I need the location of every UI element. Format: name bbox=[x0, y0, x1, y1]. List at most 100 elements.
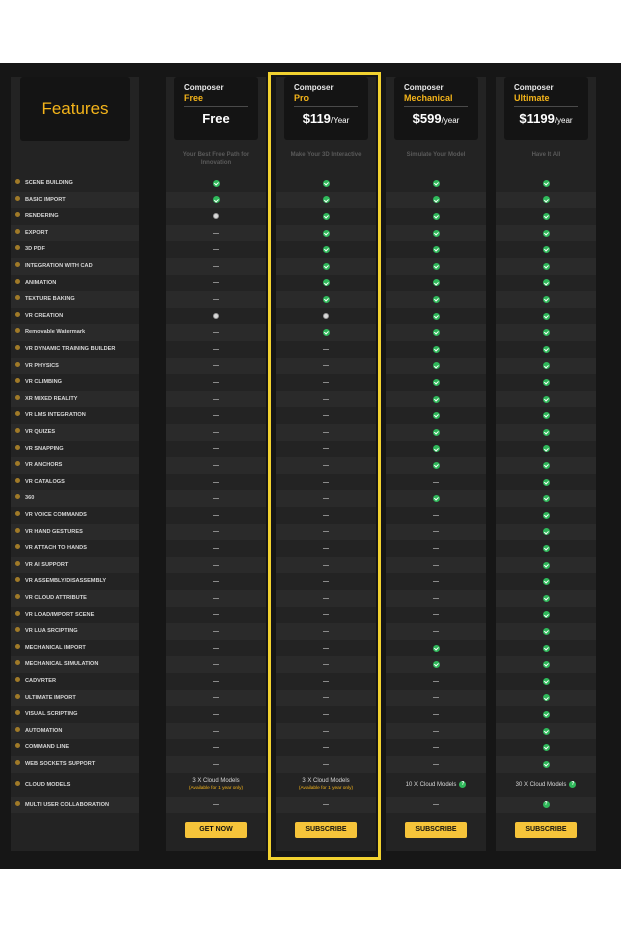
feature-availability bbox=[386, 391, 486, 408]
info-icon[interactable] bbox=[15, 278, 20, 284]
info-icon[interactable] bbox=[15, 760, 20, 766]
plan-column-ultimate: Composer Ultimate $1199/year Have It All SUB… bbox=[496, 77, 596, 851]
feature-row: BASIC IMPORT bbox=[11, 192, 139, 209]
info-icon[interactable] bbox=[15, 328, 20, 334]
feature-availability bbox=[166, 673, 266, 690]
dash-icon bbox=[213, 547, 219, 549]
feature-availability bbox=[276, 441, 376, 458]
info-icon[interactable] bbox=[15, 677, 20, 683]
info-icon[interactable] bbox=[15, 361, 20, 367]
feature-availability bbox=[166, 441, 266, 458]
dash-icon bbox=[323, 514, 329, 516]
feature-availability bbox=[386, 756, 486, 773]
info-icon[interactable] bbox=[15, 378, 20, 384]
info-icon[interactable] bbox=[15, 560, 20, 566]
feature-cell bbox=[496, 756, 596, 773]
info-icon[interactable] bbox=[15, 461, 20, 467]
check-icon bbox=[542, 710, 550, 718]
info-icon[interactable] bbox=[15, 800, 20, 806]
feature-name: TEXTURE BAKING bbox=[25, 296, 75, 303]
info-icon[interactable] bbox=[15, 179, 20, 185]
info-icon[interactable] bbox=[15, 394, 20, 400]
info-icon[interactable] bbox=[15, 428, 20, 434]
cloud-models-cell: 30 X Cloud Models? bbox=[496, 775, 596, 795]
feature-name: VR DYNAMIC TRAINING BUILDER bbox=[25, 346, 116, 352]
info-icon[interactable] bbox=[15, 494, 20, 500]
feature-cell bbox=[166, 291, 266, 308]
info-icon[interactable] bbox=[15, 511, 20, 517]
info-icon[interactable] bbox=[15, 726, 20, 732]
feature-availability bbox=[496, 341, 596, 358]
info-icon[interactable] bbox=[15, 627, 20, 633]
feature-label: TEXTURE BAKING bbox=[15, 291, 75, 308]
info-icon[interactable] bbox=[15, 411, 20, 417]
feature-availability bbox=[276, 623, 376, 640]
check-icon bbox=[542, 727, 550, 735]
cloud-models-value: 3 X Cloud Models (Available for 1 year on… bbox=[276, 775, 376, 795]
check-icon bbox=[432, 378, 440, 386]
info-icon[interactable] bbox=[15, 544, 20, 550]
check-icon bbox=[542, 196, 550, 204]
plan-name-top: Composer bbox=[294, 83, 334, 92]
feature-availability bbox=[276, 739, 376, 756]
info-icon[interactable] bbox=[15, 594, 20, 600]
info-icon[interactable] bbox=[15, 444, 20, 450]
info-icon[interactable] bbox=[15, 527, 20, 533]
info-icon[interactable] bbox=[15, 212, 20, 218]
feature-cell bbox=[496, 640, 596, 657]
feature-availability bbox=[166, 258, 266, 275]
plan-cta-button-pro[interactable]: SUBSCRIBE bbox=[295, 822, 357, 838]
info-icon[interactable] bbox=[15, 245, 20, 251]
info-icon[interactable] bbox=[15, 743, 20, 749]
feature-availability bbox=[166, 175, 266, 192]
info-icon[interactable] bbox=[15, 477, 20, 483]
feature-cell bbox=[276, 723, 376, 740]
feature-label: VR DYNAMIC TRAINING BUILDER bbox=[15, 341, 115, 358]
info-icon[interactable] bbox=[15, 610, 20, 616]
feature-cell bbox=[386, 524, 486, 541]
help-icon[interactable]: ? bbox=[459, 781, 467, 789]
feature-availability bbox=[386, 573, 486, 590]
info-icon[interactable] bbox=[15, 577, 20, 583]
info-icon[interactable] bbox=[15, 345, 20, 351]
check-icon bbox=[542, 694, 550, 702]
info-icon[interactable] bbox=[15, 660, 20, 666]
help-icon[interactable]: ? bbox=[542, 801, 550, 809]
info-icon[interactable] bbox=[15, 262, 20, 268]
dash-icon bbox=[323, 498, 329, 500]
feature-cell bbox=[386, 607, 486, 624]
feature-cell bbox=[276, 706, 376, 723]
feature-availability bbox=[276, 192, 376, 209]
feature-cell bbox=[496, 291, 596, 308]
feature-row: VR ASSEMBLY/DISASSEMBLY bbox=[11, 573, 139, 590]
check-icon bbox=[432, 345, 440, 353]
feature-availability bbox=[276, 208, 376, 225]
dash-icon bbox=[213, 647, 219, 649]
feature-cell bbox=[386, 192, 486, 209]
feature-row: EXPORT bbox=[11, 225, 139, 242]
info-icon[interactable] bbox=[15, 643, 20, 649]
check-icon bbox=[322, 262, 330, 270]
info-icon[interactable] bbox=[15, 195, 20, 201]
check-icon bbox=[322, 329, 330, 337]
feature-row: VR CLOUD ATTRIBUTE bbox=[11, 590, 139, 607]
feature-cell bbox=[496, 524, 596, 541]
feature-cell bbox=[276, 308, 376, 325]
dash-icon bbox=[323, 531, 329, 533]
plan-cta-button-ult[interactable]: SUBSCRIBE bbox=[515, 822, 577, 838]
plan-cta-button-mech[interactable]: SUBSCRIBE bbox=[405, 822, 467, 838]
info-icon[interactable] bbox=[15, 780, 20, 786]
plan-cta-button-free[interactable]: GET NOW bbox=[185, 822, 247, 838]
info-icon[interactable] bbox=[15, 295, 20, 301]
feature-availability bbox=[386, 225, 486, 242]
feature-availability bbox=[386, 374, 486, 391]
help-icon[interactable]: ? bbox=[569, 781, 577, 789]
info-icon[interactable] bbox=[15, 693, 20, 699]
info-icon[interactable] bbox=[15, 311, 20, 317]
info-icon[interactable] bbox=[15, 228, 20, 234]
feature-name: EXPORT bbox=[25, 229, 49, 236]
info-icon[interactable] bbox=[15, 710, 20, 716]
feature-cell bbox=[386, 258, 486, 275]
feature-availability bbox=[276, 457, 376, 474]
feature-availability bbox=[166, 607, 266, 624]
